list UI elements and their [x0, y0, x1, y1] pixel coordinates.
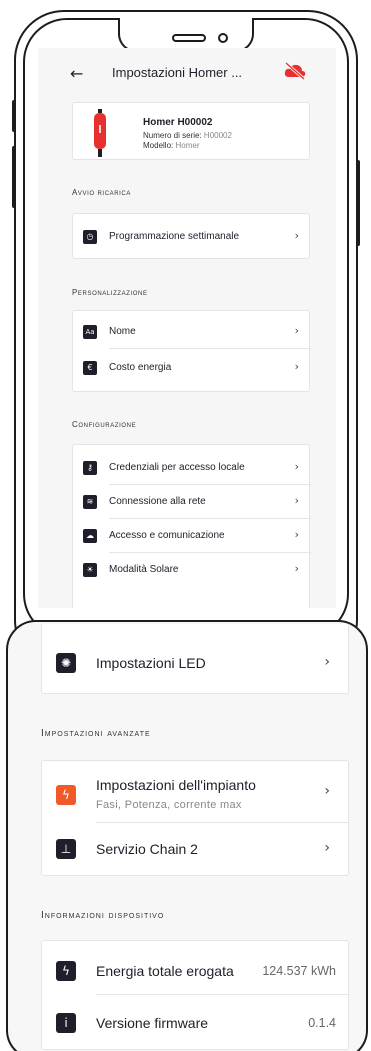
side-button: [12, 100, 16, 132]
list-item[interactable]: ≋ Connessione alla rete ›: [73, 485, 311, 519]
item-label: Impostazioni dell'impianto: [96, 777, 256, 793]
chevron-right-icon: ›: [324, 654, 330, 670]
notch: [118, 18, 254, 52]
chevron-right-icon: ›: [294, 229, 299, 242]
card-avvio: ◷ Programmazione settimanale ›: [72, 213, 310, 259]
list-item[interactable]: € Costo energia ›: [73, 351, 311, 385]
cloud-icon: ☁: [83, 529, 97, 543]
card-led: ✺ Impostazioni LED ›: [41, 624, 349, 694]
sun-icon: ☀: [83, 563, 97, 577]
section-label-avanzate: Impostazioni avanzate: [41, 728, 151, 739]
top-bar: ← Impostazioni Homer ...: [38, 48, 336, 98]
info-row: i Versione firmware 0.1.4: [42, 995, 348, 1049]
clock-icon: ◷: [83, 230, 97, 244]
side-button: [356, 160, 360, 246]
list-item[interactable]: ⊥ Servizio Chain 2 ›: [42, 823, 348, 877]
item-label: Modalità Solare: [109, 564, 179, 575]
bolt-icon: ϟ: [56, 961, 76, 981]
text-icon: Aa: [83, 325, 97, 339]
section-label-avvio: Avvio ricarica: [72, 188, 131, 197]
list-item[interactable]: ⚷ Credenziali per accesso locale ›: [73, 451, 311, 485]
list-item[interactable]: ϟ Impostazioni dell'impianto Fasi, Poten…: [42, 761, 348, 823]
item-label: Servizio Chain 2: [96, 841, 198, 857]
chevron-right-icon: ›: [294, 324, 299, 337]
euro-icon: €: [83, 361, 97, 375]
chevron-right-icon: ›: [294, 494, 299, 507]
serial-label: Numero di serie:: [143, 131, 202, 140]
charger-icon: [94, 109, 106, 157]
item-label: Connessione alla rete: [109, 496, 206, 507]
section-label-configurazione: Configurazione: [72, 420, 137, 429]
network-icon: ⊥: [56, 839, 76, 859]
list-item[interactable]: ☁ Accesso e comunicazione ›: [73, 519, 311, 553]
camera: [218, 33, 228, 43]
cloud-off-icon[interactable]: [283, 61, 307, 81]
device-name: Homer H00002: [143, 117, 213, 128]
info-icon: i: [56, 1013, 76, 1033]
card-info: ϟ Energia totale erogata 124.537 kWh i V…: [41, 940, 349, 1050]
chevron-right-icon: ›: [294, 528, 299, 541]
led-icon: ✺: [56, 653, 76, 673]
section-label-personalizzazione: Personalizzazione: [72, 288, 148, 297]
item-label: Impostazioni LED: [96, 655, 206, 671]
list-item[interactable]: ☀ Modalità Solare ›: [73, 553, 311, 587]
item-value: 0.1.4: [308, 1016, 336, 1030]
serial-value: H00002: [203, 131, 232, 140]
chevron-right-icon: ›: [324, 783, 330, 799]
item-label: Costo energia: [109, 362, 172, 373]
item-sublabel: Fasi, Potenza, corrente max: [96, 799, 242, 811]
phone-screen: ← Impostazioni Homer ... Homer H00002 Nu…: [38, 48, 336, 608]
bolt-icon: ϟ: [56, 785, 76, 805]
key-icon: ⚷: [83, 461, 97, 475]
section-label-info: Informazioni dispositivo: [41, 910, 165, 921]
item-label: Versione firmware: [96, 1015, 209, 1031]
card-avanzate: ϟ Impostazioni dell'impianto Fasi, Poten…: [41, 760, 349, 876]
divider: [109, 348, 311, 349]
item-label: Energia totale erogata: [96, 963, 234, 979]
chevron-right-icon: ›: [294, 360, 299, 373]
chevron-right-icon: ›: [324, 840, 330, 856]
list-item[interactable]: ✺ Impostazioni LED ›: [42, 624, 348, 694]
device-card[interactable]: Homer H00002 Numero di serie: H00002 Mod…: [72, 102, 310, 160]
list-item[interactable]: ◷ Programmazione settimanale ›: [73, 220, 311, 254]
device-serial: Numero di serie: H00002: [143, 131, 232, 140]
item-value: 124.537 kWh: [262, 964, 336, 978]
card-configurazione: ⚷ Credenziali per accesso locale › ≋ Con…: [72, 444, 311, 608]
item-label: Accesso e comunicazione: [109, 530, 225, 541]
wifi-icon: ≋: [83, 495, 97, 509]
item-label: Programmazione settimanale: [109, 231, 240, 242]
arrow-left-icon[interactable]: ←: [70, 64, 83, 83]
speaker: [172, 34, 206, 42]
list-item[interactable]: Aa Nome ›: [73, 315, 311, 349]
side-button: [12, 146, 16, 208]
zoom-panel: ✺ Impostazioni LED › Impostazioni avanza…: [6, 620, 368, 1051]
chevron-right-icon: ›: [294, 562, 299, 575]
chevron-right-icon: ›: [294, 460, 299, 473]
info-row: ϟ Energia totale erogata 124.537 kWh: [42, 941, 348, 995]
card-personalizzazione: Aa Nome › € Costo energia ›: [72, 310, 311, 392]
item-label: Credenziali per accesso locale: [109, 462, 245, 473]
device-model: Modello: Homer: [143, 141, 200, 150]
item-label: Nome: [109, 326, 136, 337]
page-title: Impostazioni Homer ...: [112, 65, 243, 80]
model-value: Homer: [175, 141, 200, 150]
model-label: Modello:: [143, 141, 174, 150]
